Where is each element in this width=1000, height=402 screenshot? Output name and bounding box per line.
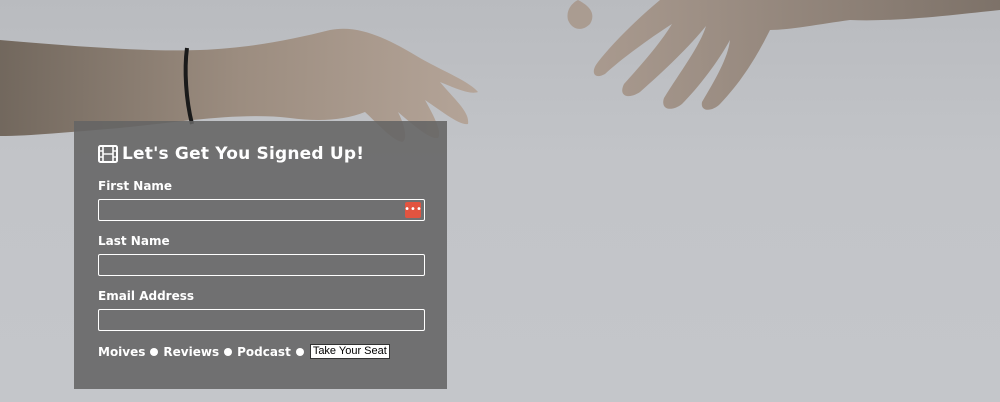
nav-link-movies[interactable]: Moives [98, 345, 145, 359]
signup-form-card: Let's Get You Signed Up! First Name ••• … [74, 121, 447, 389]
bullet-separator [295, 347, 304, 356]
first-name-label: First Name [98, 179, 173, 193]
take-your-seat-button[interactable]: Take Your Seat [309, 344, 390, 359]
first-name-field-wrapper: ••• [98, 199, 425, 221]
password-manager-icon[interactable]: ••• [404, 202, 422, 218]
nav-link-reviews[interactable]: Reviews [163, 345, 219, 359]
email-address-label: Email Address [98, 289, 195, 303]
last-name-input[interactable] [98, 254, 425, 276]
first-name-input[interactable] [98, 199, 425, 221]
email-address-input[interactable] [98, 309, 425, 331]
form-title: Let's Get You Signed Up! [98, 143, 425, 165]
film-icon [98, 145, 118, 163]
nav-link-podcast[interactable]: Podcast [237, 345, 291, 359]
bullet-separator [150, 347, 159, 356]
last-name-label: Last Name [98, 234, 170, 248]
footer-nav: Moives Reviews Podcast Take Your Seat [98, 344, 425, 359]
last-name-field-wrapper [98, 254, 425, 276]
email-address-field-wrapper [98, 309, 425, 331]
form-title-text: Let's Get You Signed Up! [122, 144, 365, 164]
bullet-separator [224, 347, 233, 356]
